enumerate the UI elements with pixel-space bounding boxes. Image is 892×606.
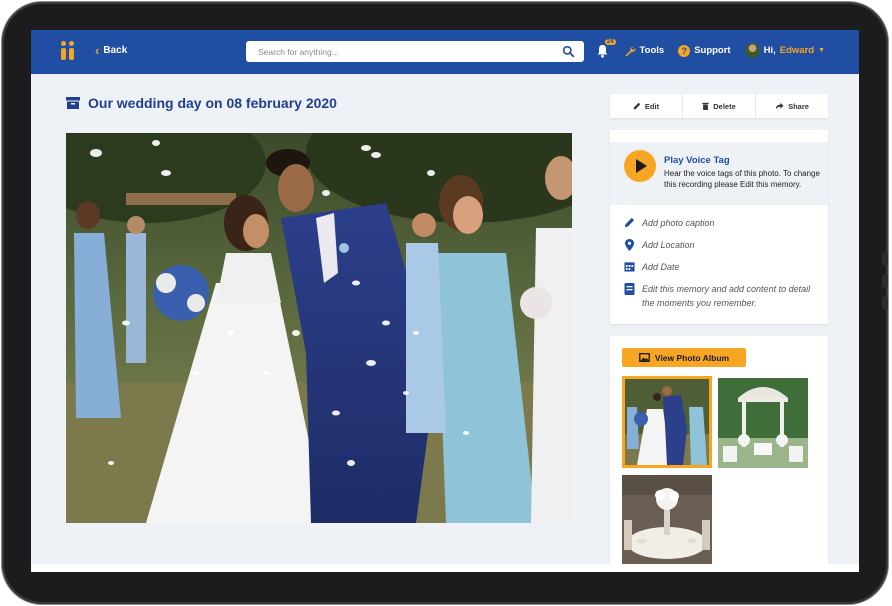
add-caption-link[interactable]: Add photo caption [624,216,715,230]
trash-icon [702,102,709,110]
wedding-table-thumbnail [622,475,712,565]
chevron-left-icon: ‹ [95,43,100,58]
add-caption-label: Add photo caption [642,218,715,228]
wedding-photo-image [66,133,572,523]
memory-title-row: Our wedding day on 08 february 2020 [66,95,337,111]
share-button[interactable]: Share [756,94,828,118]
add-content-link[interactable]: Edit this memory and add content to deta… [624,282,819,310]
search-input[interactable] [246,46,546,57]
add-date-link[interactable]: Add Date [624,260,680,274]
tablet-side-button [882,296,888,310]
screen-bottom-edge [31,564,859,572]
tablet-side-button [882,252,888,266]
tools-label: Tools [639,45,665,56]
page-title: Our wedding day on 08 february 2020 [88,95,337,111]
photo-album-card: View Photo Album [610,336,828,572]
album-thumbnail-selected[interactable] [622,376,712,468]
top-nav-bar: ‹ Back 24 Tools [31,30,859,74]
wedding-arch-thumbnail [718,378,808,468]
memory-photo[interactable] [66,133,572,523]
archive-box-icon [66,97,80,109]
share-icon [776,102,784,110]
support-label: Support [694,45,731,56]
view-photo-album-label: View Photo Album [654,352,730,363]
edit-label: Edit [644,101,660,111]
voice-tag-title[interactable]: Play Voice Tag [664,155,730,166]
view-photo-album-button[interactable]: View Photo Album [622,348,746,367]
app-logo[interactable] [61,41,77,61]
wrench-icon [625,46,635,57]
add-content-label: Edit this memory and add content to deta… [642,284,811,308]
location-pin-icon [625,239,634,251]
pencil-icon [624,217,635,228]
greeting-text: Hi, [763,45,776,56]
nav-right-group: 24 Tools ? Support Hi, Edward ▼ [596,38,825,58]
calendar-icon [624,262,635,272]
delete-label: Delete [713,101,736,111]
memory-actions-bar: Edit Delete Share [610,94,828,118]
back-label: Back [103,45,128,56]
edit-icon [633,102,641,110]
play-voice-button[interactable] [624,150,656,182]
delete-button[interactable]: Delete [683,94,756,118]
search-bar [246,41,584,62]
avatar [744,43,760,58]
bell-icon [597,44,607,58]
add-location-label: Add Location [642,240,695,250]
notifications-button[interactable]: 24 [596,38,616,58]
tools-menu[interactable]: Tools [624,45,665,57]
wedding-kiss-thumbnail [625,379,709,465]
add-location-link[interactable]: Add Location [624,238,695,252]
notification-count-badge: 24 [604,38,616,45]
back-button[interactable]: ‹ Back [95,44,127,57]
user-name: Edward [779,45,815,56]
question-icon: ? [678,44,691,57]
add-date-label: Add Date [642,262,680,272]
memory-details-card: Play Voice Tag Hear the voice tags of th… [610,130,828,324]
support-menu[interactable]: ? Support [678,44,731,57]
edit-button[interactable]: Edit [610,94,683,118]
voice-tag-panel: Play Voice Tag Hear the voice tags of th… [610,142,828,205]
album-thumbnail[interactable] [622,475,712,565]
document-icon [624,283,635,295]
photo-album-icon [639,353,650,362]
chevron-down-icon: ▼ [818,47,825,54]
share-label: Share [788,101,809,111]
search-icon[interactable] [562,45,575,58]
album-thumbnail[interactable] [718,378,808,468]
tablet-side-button [882,274,888,288]
voice-tag-description: Hear the voice tags of this photo. To ch… [664,169,820,189]
user-menu[interactable]: Hi, Edward ▼ [744,43,825,58]
app-screen: ‹ Back 24 Tools [31,30,859,572]
